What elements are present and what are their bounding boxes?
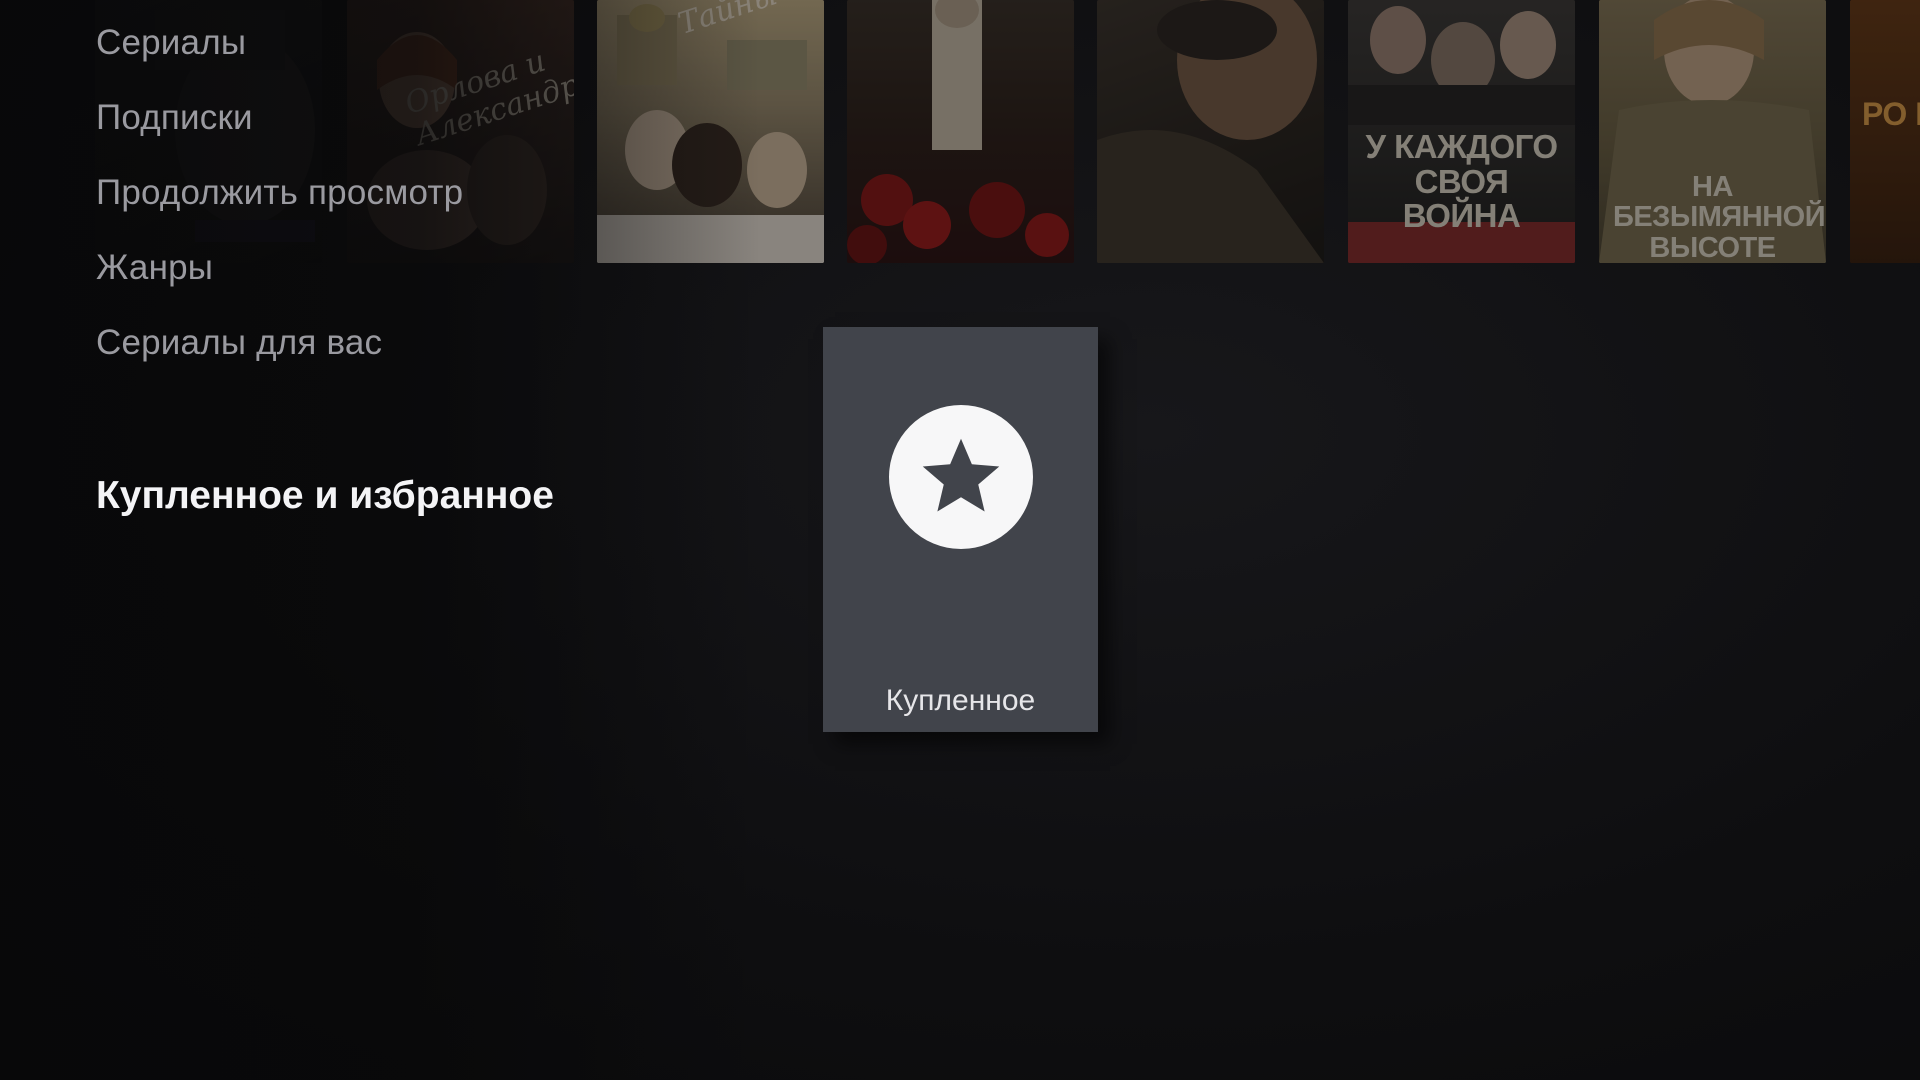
poster-dim [847,0,1074,263]
star-icon-badge [889,405,1033,549]
menu-item-series-for-you[interactable]: Сериалы для вас [96,318,463,393]
menu-item-genres[interactable]: Жанры [96,243,463,318]
card-label: Купленное [885,684,1036,717]
poster-dim [1599,0,1826,263]
star-icon [922,438,1000,512]
menu-item-subscriptions[interactable]: Подписки [96,93,463,168]
poster-card[interactable]: У каждого своя война [1348,0,1575,263]
poster-card[interactable]: Ро ре [1850,0,1920,263]
poster-card[interactable] [847,0,1074,263]
menu-item-series[interactable]: Сериалы [96,18,463,93]
poster-dim [1850,0,1920,263]
menu-item-continue-watching[interactable]: Продолжить просмотр [96,168,463,243]
section-title: Купленное и избранное [96,474,554,517]
tv-app-screen: Орлова и Александров Тайны У КАЖДОГО СВО… [0,0,1920,1080]
poster-card[interactable]: На безымянной высоте [1599,0,1826,263]
poster-card[interactable] [1097,0,1324,263]
poster-dim [1097,0,1324,263]
poster-dim [597,0,824,263]
poster-card[interactable]: Тайны [597,0,824,263]
poster-dim [1348,0,1575,263]
purchased-card[interactable]: Купленное [823,327,1098,732]
category-menu: Сериалы Подписки Продолжить просмотр Жан… [96,18,463,393]
